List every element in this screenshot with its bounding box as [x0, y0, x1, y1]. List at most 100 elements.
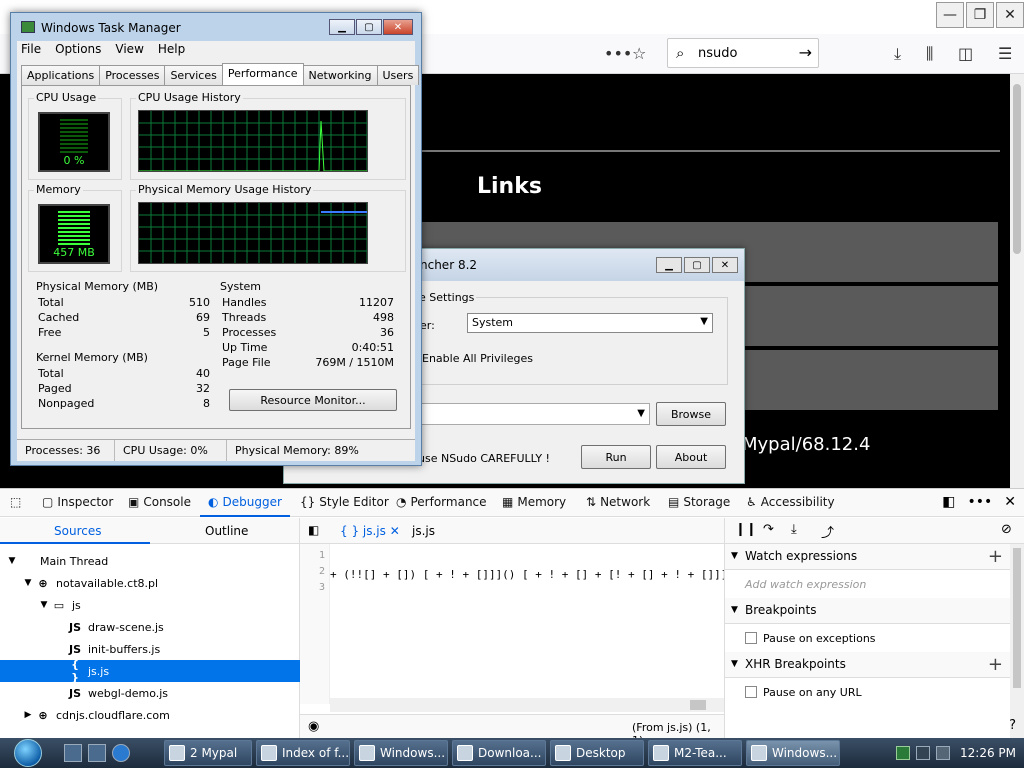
tab-sources[interactable]: Sources [54, 524, 101, 538]
taskbar-button[interactable]: 2 Mypal [164, 740, 252, 766]
scrollbar-thumb[interactable] [1013, 84, 1021, 254]
minimize-button[interactable]: ▁ [329, 19, 355, 35]
pause-on-any-url-checkbox[interactable] [745, 686, 757, 698]
tree-item[interactable]: JS webgl-demo.js [0, 682, 300, 704]
code-line[interactable]: + (!![] + []) [ + ! + []]]() [ + ! + [] … [330, 568, 760, 581]
close-icon[interactable]: ✕ [1004, 494, 1016, 510]
tab-console[interactable]: ▣ Console [128, 495, 191, 509]
bookmark-star-icon[interactable]: ☆ [632, 44, 646, 63]
step-out-icon[interactable]: ⤴ [821, 522, 834, 541]
maximize-button[interactable]: ▢ [356, 19, 382, 35]
menu-icon[interactable]: ☰ [998, 44, 1012, 63]
taskbar-button[interactable]: Windows... [354, 740, 448, 766]
tree-item[interactable]: ▼ ▭ js [0, 594, 300, 616]
internet-explorer-icon[interactable] [112, 744, 130, 762]
tab-processes[interactable]: Processes [99, 65, 166, 85]
show-desktop-icon[interactable] [64, 744, 82, 762]
dock-icon[interactable]: ◧ [942, 494, 955, 510]
help-icon[interactable]: ? [1009, 718, 1016, 733]
taskbar-button[interactable]: Index of f... [256, 740, 350, 766]
explorer-icon[interactable] [88, 744, 106, 762]
close-button[interactable]: ✕ [383, 19, 413, 35]
search-go-icon[interactable]: → [799, 43, 812, 62]
tree-item[interactable]: JS init-buffers.js [0, 638, 300, 660]
clock[interactable]: 12:26 PM [960, 746, 1016, 760]
watch-expressions-header[interactable]: ▼ Watch expressions + [725, 544, 1011, 570]
tab-storage[interactable]: ▤ Storage [668, 495, 730, 509]
browse-button[interactable]: Browse [656, 402, 726, 426]
scrollbar-thumb[interactable] [690, 700, 706, 710]
tab-applications[interactable]: Applications [21, 65, 101, 85]
tab-performance[interactable]: ◔ Performance [396, 495, 487, 509]
close-button[interactable]: ✕ [712, 257, 738, 273]
minimize-button[interactable]: ▁ [656, 257, 682, 273]
add-icon[interactable]: + [988, 654, 1003, 675]
chevron-icon[interactable]: ▶ [22, 710, 34, 720]
volume-icon[interactable] [936, 746, 950, 760]
tree-item[interactable]: ▶ ⊕ cdnjs.cloudflare.com [0, 704, 300, 726]
pretty-print-icon[interactable]: ◉ [308, 719, 319, 734]
tray-app-icon[interactable] [896, 746, 910, 760]
add-watch-input[interactable]: Add watch expression [745, 578, 866, 591]
chevron-icon[interactable]: ▼ [38, 600, 50, 610]
tab-inspector[interactable]: ▢ Inspector [42, 495, 113, 509]
run-button[interactable]: Run [581, 445, 651, 469]
more-actions-icon[interactable]: ••• [604, 44, 632, 63]
step-in-icon[interactable]: ⤓ [791, 522, 797, 537]
library-icon[interactable]: ⫼ [926, 44, 933, 64]
pause-icon[interactable]: ❙❙ [735, 522, 757, 537]
resource-monitor-button[interactable]: Resource Monitor... [229, 389, 397, 411]
close-button[interactable]: ✕ [996, 2, 1024, 28]
network-icon[interactable] [916, 746, 930, 760]
step-over-icon[interactable]: ↷ [763, 522, 774, 537]
taskbar-button[interactable]: M2-Tea... [648, 740, 742, 766]
about-button[interactable]: About [656, 445, 726, 469]
tree-item[interactable]: ▼ Main Thread [0, 550, 300, 572]
chevron-icon[interactable]: ▼ [6, 556, 18, 566]
tree-item[interactable]: { } js.js [0, 658, 300, 684]
user-select[interactable]: System ▼ [467, 313, 713, 333]
tree-item[interactable]: JS draw-scene.js [0, 616, 300, 638]
tab-networking[interactable]: Networking [302, 65, 378, 85]
tab-network[interactable]: ⇅ Network [586, 495, 650, 509]
tree-item[interactable]: ▼ ⊕ notavailable.ct8.pl [0, 572, 300, 594]
toggle-sidebar-icon[interactable]: ◧ [308, 523, 319, 537]
command-input[interactable]: ▼ [420, 403, 650, 425]
tab-users[interactable]: Users [376, 65, 420, 85]
menu-view[interactable]: View [115, 41, 143, 59]
enable-privileges-label[interactable]: Enable All Privileges [422, 352, 533, 365]
tab-services[interactable]: Services [164, 65, 223, 85]
chevron-down-icon[interactable]: ▼ [637, 408, 645, 419]
start-button[interactable] [10, 738, 48, 768]
restore-button[interactable]: ❐ [966, 2, 994, 28]
menu-file[interactable]: File [21, 41, 41, 59]
maximize-button[interactable]: ▢ [684, 257, 710, 273]
chevron-icon[interactable]: ▼ [22, 578, 34, 588]
xhr-breakpoints-header[interactable]: ▼ XHR Breakpoints + [725, 652, 1011, 678]
editor-tab[interactable]: js.js [412, 524, 435, 538]
search-input[interactable]: nsudo [698, 46, 737, 61]
pick-element-icon[interactable]: ⬚ [10, 495, 21, 509]
tab-outline[interactable]: Outline [205, 524, 248, 538]
add-icon[interactable]: + [988, 546, 1003, 567]
menu-help[interactable]: Help [158, 41, 185, 59]
search-box[interactable]: ⌕ nsudo → [667, 38, 819, 68]
sidebar-icon[interactable]: ◫ [958, 44, 973, 63]
taskbar-button[interactable]: Desktop [550, 740, 644, 766]
taskbar-button[interactable]: Downloa... [452, 740, 546, 766]
minimize-button[interactable]: — [936, 2, 964, 28]
deactivate-breakpoints-icon[interactable]: ⊘ [1001, 522, 1012, 537]
downloads-icon[interactable]: ⤓ [894, 44, 901, 64]
tab-accessibility[interactable]: ♿ Accessibility [746, 495, 835, 509]
editor-tab-active[interactable]: { } js.js ✕ [340, 524, 400, 538]
tab-performance[interactable]: Performance [221, 63, 304, 85]
page-scrollbar[interactable] [1010, 74, 1024, 488]
menu-options[interactable]: Options [55, 41, 101, 59]
taskbar-button[interactable]: Windows... [746, 740, 840, 766]
scrollbar-thumb[interactable] [1013, 548, 1021, 688]
tab-style-editor[interactable]: {} Style Editor [300, 495, 389, 509]
editor-hscrollbar[interactable] [330, 698, 724, 712]
breakpoints-header[interactable]: ▼ Breakpoints [725, 598, 1011, 624]
tab-debugger[interactable]: ◐ Debugger [208, 495, 282, 509]
pause-on-exceptions-checkbox[interactable] [745, 632, 757, 644]
